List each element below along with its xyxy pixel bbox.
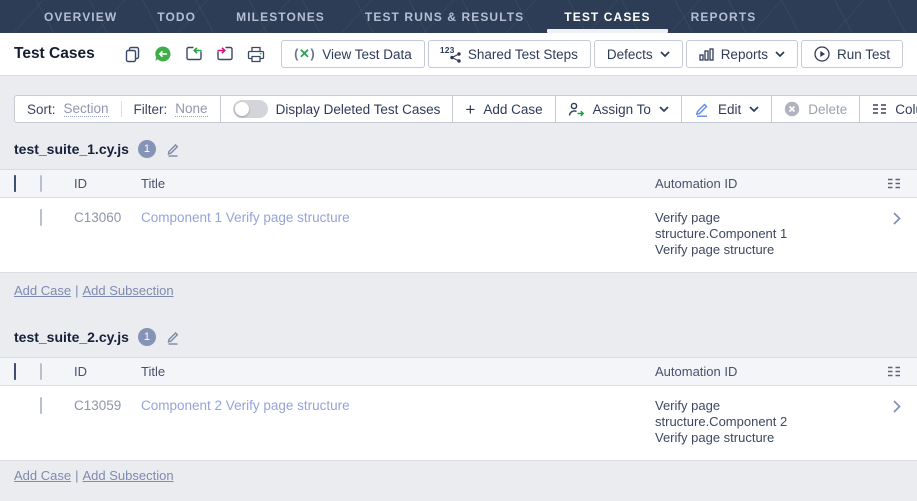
chevron-down-icon: [749, 106, 759, 112]
add-case-link[interactable]: Add Case: [14, 283, 71, 298]
sort-label: Sort:: [27, 102, 56, 117]
section-footer-links-1: Add Case|Add Subsection: [14, 283, 903, 298]
top-nav: OVERVIEW TODO MILESTONES TEST RUNS & RES…: [0, 0, 917, 33]
nav-tab-milestones[interactable]: MILESTONES: [216, 0, 345, 33]
select-column-header[interactable]: [14, 364, 40, 379]
section-header-1: test_suite_1.cy.js 1: [14, 140, 903, 158]
toggle-knob: [235, 102, 249, 116]
assign-person-icon: [568, 102, 585, 117]
export-icon[interactable]: [214, 43, 236, 65]
sort-filter-segment: Sort: Section Filter: None: [14, 95, 221, 123]
chevron-down-icon: [775, 51, 785, 57]
case-table-1: ID Title Automation ID C13060 Component …: [0, 169, 917, 273]
edit-button[interactable]: Edit: [681, 95, 772, 123]
chevron-down-icon: [660, 51, 670, 57]
add-case-button[interactable]: + Add Case: [452, 95, 555, 123]
run-test-button[interactable]: Run Test: [801, 40, 903, 68]
print-icon[interactable]: [245, 43, 267, 65]
case-id: C13060: [74, 210, 141, 225]
case-id: C13059: [74, 398, 141, 413]
play-circle-icon: [814, 46, 830, 62]
bar-chart-icon: [699, 48, 714, 61]
column-settings-icon[interactable]: [885, 364, 903, 379]
toolbar: Test Cases: [0, 33, 917, 76]
select-all-checkbox[interactable]: [40, 175, 42, 192]
import-icon[interactable]: [183, 43, 205, 65]
automation-id-column-header: Automation ID: [655, 176, 877, 191]
automation-id-value: Verify page structure.Component 2 Verify…: [655, 398, 805, 446]
table-row: C13059 Component 2 Verify page structure…: [0, 386, 917, 461]
row-checkbox[interactable]: [40, 397, 42, 414]
row-checkbox[interactable]: [40, 209, 42, 226]
reports-dropdown-button[interactable]: Reports: [686, 40, 798, 68]
nav-tab-overview[interactable]: OVERVIEW: [24, 0, 137, 33]
id-column-header: ID: [74, 176, 141, 191]
table-header: ID Title Automation ID: [0, 358, 917, 386]
title-column-header: Title: [141, 364, 655, 379]
toolbar-icon-group: [121, 43, 267, 65]
table-row: C13060 Component 1 Verify page structure…: [0, 198, 917, 273]
section-title: test_suite_1.cy.js: [14, 141, 129, 157]
automation-id-value: Verify page structure.Component 1 Verify…: [655, 210, 805, 258]
chevron-down-icon: [659, 106, 669, 112]
add-subsection-link[interactable]: Add Subsection: [82, 468, 173, 483]
add-subsection-link[interactable]: Add Subsection: [82, 283, 173, 298]
page-title: Test Cases: [14, 45, 95, 63]
filter-bar: Sort: Section Filter: None Display Delet…: [14, 95, 903, 123]
section-title: test_suite_2.cy.js: [14, 329, 129, 345]
divider: [121, 101, 122, 117]
select-all-checkbox[interactable]: [40, 363, 42, 380]
nav-tab-test-cases[interactable]: TEST CASES: [544, 0, 670, 33]
sort-value-link[interactable]: Section: [64, 101, 109, 117]
display-deleted-toggle[interactable]: [233, 100, 268, 118]
select-column-header[interactable]: [14, 176, 40, 191]
view-test-data-button[interactable]: (✕) View Test Data: [281, 40, 425, 68]
id-column-header: ID: [74, 364, 141, 379]
column-settings-icon[interactable]: [885, 176, 903, 191]
add-case-link[interactable]: Add Case: [14, 468, 71, 483]
plus-icon: +: [465, 101, 475, 118]
nav-tab-test-runs-results[interactable]: TEST RUNS & RESULTS: [345, 0, 544, 33]
case-table-2: ID Title Automation ID C13059 Component …: [0, 357, 917, 461]
edit-section-pencil-icon[interactable]: [165, 329, 181, 345]
nav-tab-reports[interactable]: REPORTS: [671, 0, 777, 33]
select-column-icon: [14, 175, 16, 192]
select-all-cell: [40, 364, 74, 379]
toggle-label: Display Deleted Test Cases: [276, 102, 441, 117]
toolbar-button-group: (✕) View Test Data 123 Shared Test Steps…: [281, 40, 903, 68]
assign-to-button[interactable]: Assign To: [555, 95, 682, 123]
select-column-icon: [14, 363, 16, 380]
automation-id-column-header: Automation ID: [655, 364, 877, 379]
case-count-badge: 1: [138, 328, 156, 346]
section-header-2: test_suite_2.cy.js 1: [14, 328, 903, 346]
open-case-chevron-icon[interactable]: [891, 398, 903, 415]
title-column-header: Title: [141, 176, 655, 191]
case-title-link[interactable]: Component 1 Verify page structure: [141, 210, 350, 225]
delete-button[interactable]: Delete: [771, 95, 860, 123]
case-title-link[interactable]: Component 2 Verify page structure: [141, 398, 350, 413]
columns-button[interactable]: Columns: [859, 95, 917, 123]
copy-icon[interactable]: [121, 43, 143, 65]
filter-value-link[interactable]: None: [175, 101, 207, 117]
pencil-blue-icon: [694, 101, 710, 117]
nav-tab-todo[interactable]: TODO: [137, 0, 216, 33]
table-header: ID Title Automation ID: [0, 170, 917, 198]
columns-icon: [872, 103, 887, 115]
edit-section-pencil-icon[interactable]: [165, 141, 181, 157]
deleted-cases-toggle-segment: Display Deleted Test Cases: [220, 95, 454, 123]
filter-label: Filter:: [134, 102, 168, 117]
open-case-chevron-icon[interactable]: [891, 210, 903, 227]
shared-steps-123-icon: 123: [441, 46, 461, 62]
feedback-green-icon[interactable]: [152, 43, 174, 65]
function-x-icon: (✕): [294, 46, 315, 62]
select-all-cell: [40, 176, 74, 191]
defects-dropdown-button[interactable]: Defects: [594, 40, 683, 68]
case-count-badge: 1: [138, 140, 156, 158]
shared-test-steps-button[interactable]: 123 Shared Test Steps: [428, 40, 591, 68]
delete-circle-icon: [784, 101, 800, 117]
section-footer-links-2: Add Case|Add Subsection: [14, 468, 903, 483]
